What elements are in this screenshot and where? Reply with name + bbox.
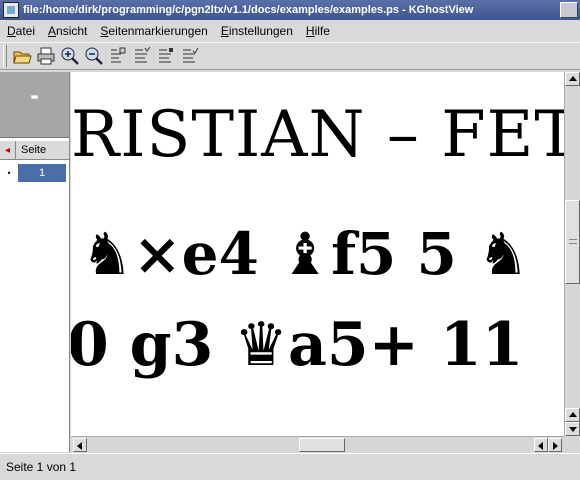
toolbar	[0, 42, 580, 70]
mark-even-button[interactable]	[130, 44, 154, 68]
menu-einstellungen[interactable]: Einstellungen	[214, 24, 299, 38]
mark-page-icon	[111, 47, 126, 63]
left-panel: ◂ Seite • 1	[0, 72, 70, 452]
document-page: RISTIAN – FETT ♞×e4 ♝f5 5 ♞ 0 g3 ♛a5+ 11	[71, 72, 564, 436]
scroll-down-button[interactable]	[565, 422, 580, 436]
arrow-up-icon	[569, 412, 577, 417]
status-text: Seite 1 von 1	[6, 460, 77, 474]
page-list-item[interactable]: • 1	[0, 164, 69, 182]
horizontal-scrollbar[interactable]	[71, 436, 564, 452]
title-bar: file:/home/dirk/programming/c/pgn2ltx/v1…	[0, 0, 580, 20]
bishop-icon: ♝	[279, 220, 332, 288]
open-button[interactable]	[10, 44, 34, 68]
page-thumbnail[interactable]	[31, 95, 38, 99]
menu-seitenmarkierungen[interactable]: Seitenmarkierungen	[93, 24, 213, 38]
zoom-in-icon	[61, 47, 79, 65]
print-icon	[37, 47, 55, 65]
document-text-line: ♞×e4 ♝f5 5 ♞	[81, 220, 530, 288]
page-thumbnail-area[interactable]	[0, 72, 69, 138]
close-button[interactable]	[560, 2, 578, 18]
zoom-out-icon	[85, 47, 103, 65]
open-icon	[13, 51, 32, 64]
arrow-left-icon	[77, 442, 82, 450]
mark-all-icon	[183, 47, 199, 63]
scroll-up-button-2[interactable]	[565, 408, 580, 422]
vertical-scrollbar[interactable]	[564, 72, 580, 436]
menu-ansicht[interactable]: Ansicht	[41, 24, 93, 38]
document-viewer: RISTIAN – FETT ♞×e4 ♝f5 5 ♞ 0 g3 ♛a5+ 11	[71, 72, 580, 452]
queen-icon: ♛	[234, 310, 289, 380]
page-column-header[interactable]: Seite	[16, 141, 46, 159]
page-list-header: ◂ Seite	[0, 140, 69, 160]
menu-bar: Datei Ansicht Seitenmarkierungen Einstel…	[0, 20, 580, 42]
zoom-in-button[interactable]	[58, 44, 82, 68]
window-title: file:/home/dirk/programming/c/pgn2ltx/v1…	[23, 4, 474, 16]
window-buttons	[560, 2, 578, 18]
mark-page-button[interactable]	[106, 44, 130, 68]
scroll-left-button[interactable]	[73, 438, 87, 452]
page-marker[interactable]: •	[0, 164, 18, 182]
toolbar-handle[interactable]	[3, 45, 7, 67]
print-button[interactable]	[34, 44, 58, 68]
menu-datei[interactable]: Datei	[0, 24, 41, 38]
mark-odd-button[interactable]	[154, 44, 178, 68]
app-icon[interactable]	[3, 2, 19, 18]
menu-hilfe[interactable]: Hilfe	[299, 24, 336, 38]
scroll-right-button[interactable]	[548, 438, 562, 452]
mark-odd-icon	[159, 48, 173, 63]
document-text-line: RISTIAN – FETT	[71, 98, 564, 172]
arrow-up-icon	[569, 76, 577, 81]
scroll-up-button[interactable]	[565, 72, 580, 86]
knight-icon: ♞	[81, 220, 133, 288]
page-number: 1	[18, 164, 66, 182]
arrow-left-icon	[538, 442, 543, 450]
scrollbar-corner	[564, 436, 580, 452]
mark-even-icon	[135, 46, 151, 63]
scroll-left-button-2[interactable]	[534, 438, 548, 452]
horizontal-scroll-thumb[interactable]	[299, 438, 345, 452]
zoom-out-button[interactable]	[82, 44, 106, 68]
mark-all-button[interactable]	[178, 44, 202, 68]
document-text-line: 0 g3 ♛a5+ 11	[71, 310, 524, 380]
knight-icon: ♞	[477, 220, 530, 288]
mark-column-header[interactable]: ◂	[0, 141, 16, 159]
vertical-scroll-thumb[interactable]	[565, 200, 580, 284]
arrow-right-icon	[553, 442, 558, 450]
arrow-down-icon	[569, 427, 577, 432]
status-bar: Seite 1 von 1	[0, 453, 580, 480]
